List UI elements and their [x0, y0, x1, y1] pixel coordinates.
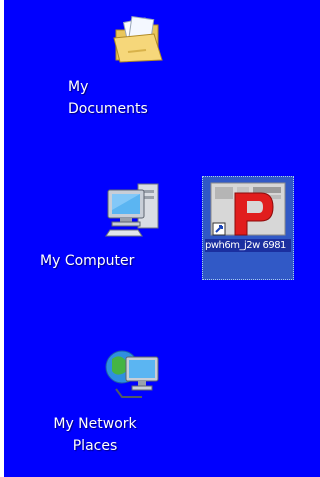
- desktop-icon-my-network-places[interactable]: My Network Places: [32, 343, 159, 457]
- desktop-icon-my-documents[interactable]: My Documents: [44, 12, 164, 120]
- selected-shortcut-icon[interactable]: pwh6m_j2w 6981: [202, 176, 294, 280]
- my-documents-label: My Documents: [68, 79, 148, 117]
- selected-shortcut-label: pwh6m_j2w 6981: [205, 239, 291, 252]
- computer-icon: [105, 183, 159, 237]
- network-places-icon: [105, 350, 159, 398]
- powerpoint-shortcut-icon: [210, 182, 286, 236]
- my-computer-label: My Computer: [40, 253, 135, 269]
- folder-documents-icon: [113, 16, 163, 63]
- my-network-places-label: My Network Places: [50, 413, 152, 457]
- desktop[interactable]: My Documents My Computer My Network Plac…: [4, 0, 320, 477]
- my-network-places-text: My Network Places: [53, 416, 137, 454]
- desktop-icon-my-computer[interactable]: My Computer: [40, 180, 160, 272]
